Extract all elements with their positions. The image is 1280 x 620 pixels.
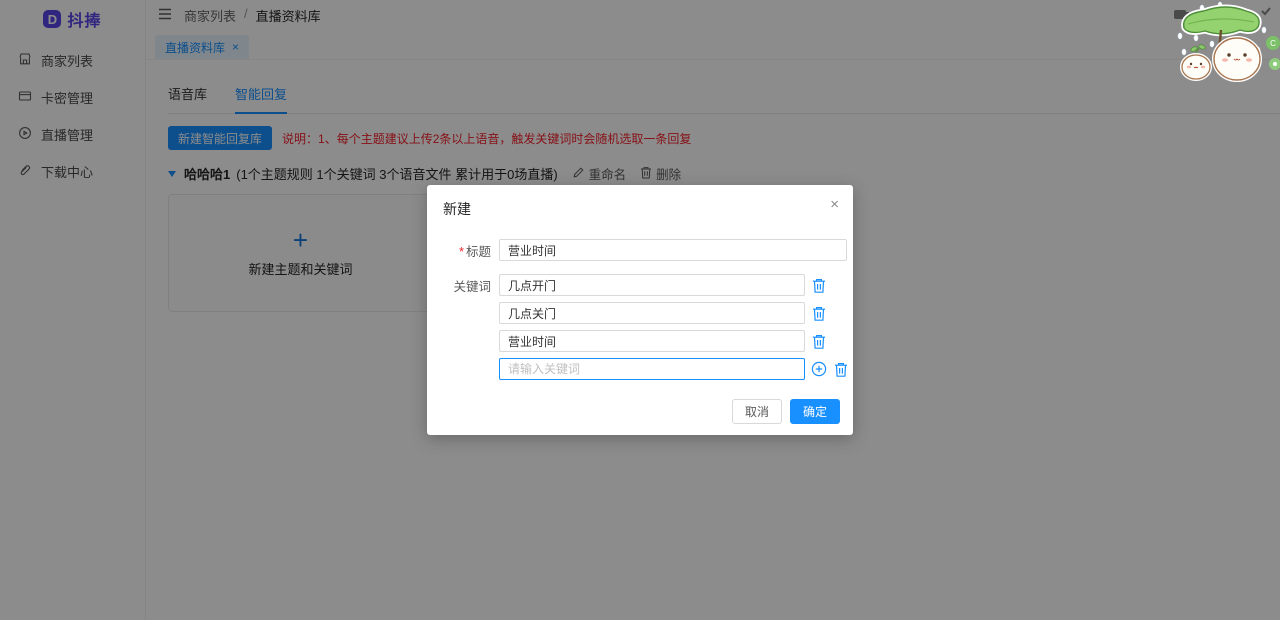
keyword-label: 关键词 xyxy=(453,279,491,294)
delete-keyword-icon[interactable] xyxy=(811,333,827,350)
keyword-form-row-new xyxy=(449,358,853,380)
required-mark: * xyxy=(459,244,464,259)
modal-title: 新建 xyxy=(443,201,471,217)
add-keyword-icon[interactable] xyxy=(811,361,827,377)
modal-footer: 取消 确定 xyxy=(427,399,853,435)
modal-body: *标题 关键词 xyxy=(427,219,853,386)
keyword-input-2[interactable] xyxy=(499,302,805,324)
cancel-button[interactable]: 取消 xyxy=(731,399,782,424)
delete-keyword-icon[interactable] xyxy=(811,277,827,294)
keyword-form-row: 关键词 xyxy=(449,274,853,296)
modal-header: 新建 × xyxy=(427,185,853,219)
title-label: * 标题 xyxy=(459,244,491,259)
title-input[interactable] xyxy=(499,239,847,261)
title-form-row: * 标题 xyxy=(449,239,853,261)
keyword-input-1[interactable] xyxy=(499,274,805,296)
close-icon[interactable]: × xyxy=(830,197,839,212)
keyword-input-3[interactable] xyxy=(499,330,805,352)
confirm-button[interactable]: 确定 xyxy=(789,399,840,424)
keyword-form-row xyxy=(449,302,853,324)
new-keyword-input[interactable] xyxy=(499,358,805,380)
delete-keyword-icon[interactable] xyxy=(833,361,849,378)
delete-keyword-icon[interactable] xyxy=(811,305,827,322)
new-topic-modal: 新建 × *标题 关键词 xyxy=(427,185,853,435)
keyword-form-row xyxy=(449,330,853,352)
